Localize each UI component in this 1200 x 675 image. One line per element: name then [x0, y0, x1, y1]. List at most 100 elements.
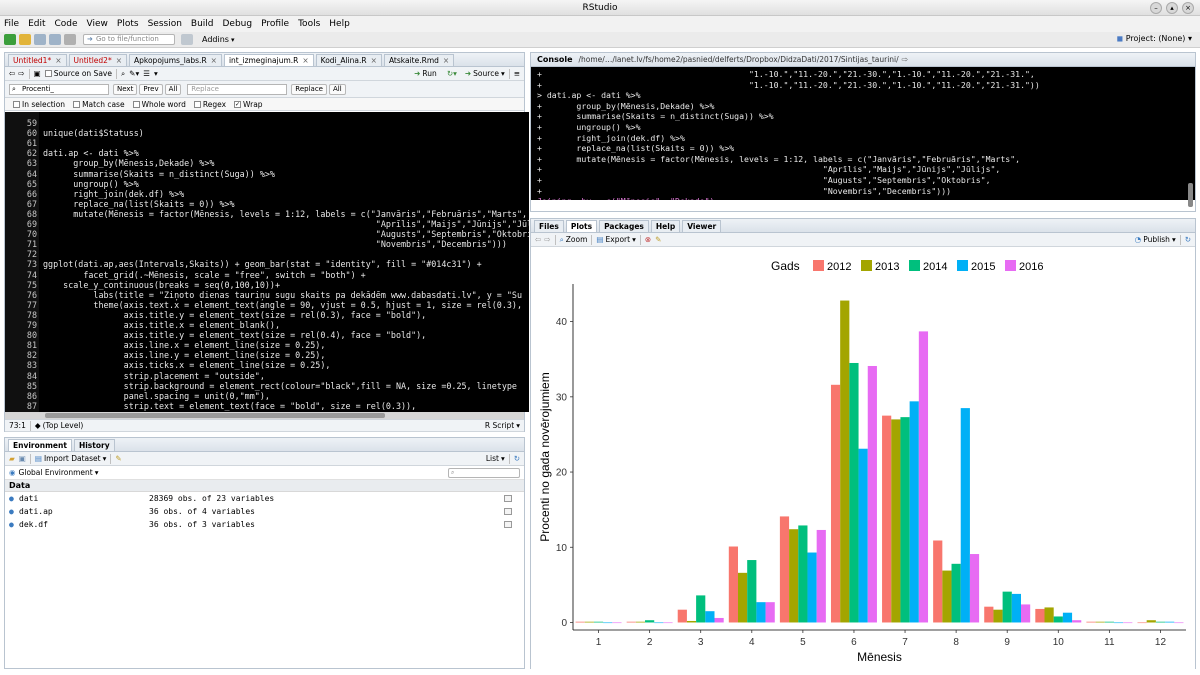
save-workspace-icon[interactable]: ▣ [19, 454, 26, 463]
maximize-icon[interactable]: ▴ [1166, 2, 1178, 14]
file-type[interactable]: R Script [485, 421, 514, 430]
menu-file[interactable]: File [4, 19, 19, 29]
match-case-checkbox[interactable] [73, 100, 81, 108]
close-tab-icon[interactable]: × [371, 56, 377, 65]
tab-history[interactable]: History [73, 439, 115, 451]
source-chevron-icon[interactable]: ▾ [501, 69, 505, 78]
global-env-select[interactable]: Global Environment [19, 468, 93, 477]
list-icon[interactable]: ☰ [143, 69, 150, 78]
open-folder-icon[interactable] [19, 34, 31, 45]
wand-icon[interactable]: ✎▾ [129, 69, 139, 78]
broom-icon[interactable]: ✎ [115, 454, 121, 463]
menu-chevron-icon[interactable]: ▾ [154, 69, 158, 78]
find-input[interactable]: ⌕ Procenti_ [9, 83, 109, 95]
save-all-icon[interactable] [49, 34, 61, 45]
tab-help[interactable]: Help [650, 220, 681, 232]
tab-files[interactable]: Files [534, 220, 564, 232]
menu-tools[interactable]: Tools [298, 19, 320, 29]
remove-plot-icon[interactable]: ⊗ [645, 235, 651, 244]
addins-menu[interactable]: Addins [202, 35, 229, 44]
close-icon[interactable]: × [1182, 2, 1194, 14]
menu-profile[interactable]: Profile [261, 19, 289, 29]
tab-kodi-alina[interactable]: Kodi_Alina.R × [315, 54, 382, 66]
print-icon[interactable] [64, 34, 76, 45]
close-tab-icon[interactable]: × [211, 56, 217, 65]
expand-icon[interactable]: ● [9, 505, 14, 518]
whole-word-checkbox[interactable] [132, 100, 140, 108]
find-all-button[interactable]: All [164, 83, 182, 95]
code-editor[interactable]: 59 60 61 62 63 64 65 66 67 68 69 70 71 72 73 74 75 76 77 78… [5, 112, 529, 412]
replace-all-button[interactable]: All [328, 83, 346, 95]
minimize-icon[interactable]: – [1150, 2, 1162, 14]
horizontal-scrollbar[interactable] [5, 412, 524, 419]
zoom-button[interactable]: Zoom [566, 235, 588, 244]
refresh-icon[interactable]: ↻ [514, 454, 520, 463]
export-button[interactable]: Export [606, 235, 631, 244]
clear-plots-icon[interactable]: ✎ [655, 235, 661, 244]
close-tab-icon[interactable]: × [55, 56, 61, 65]
console-output[interactable]: + "1.-10.","11.-20.","21.-30.","1.-10.",… [531, 67, 1195, 200]
tab-viewer[interactable]: Viewer [682, 220, 722, 232]
save-doc-icon[interactable]: ▣ [34, 69, 41, 78]
goto-file-input[interactable]: ➜ Go to file/function [83, 34, 175, 45]
regex-checkbox[interactable] [193, 100, 201, 108]
scroll-thumb[interactable] [45, 413, 385, 418]
save-icon[interactable] [34, 34, 46, 45]
wrap-checkbox[interactable]: ✓ [234, 100, 242, 108]
menu-code[interactable]: Code [55, 19, 78, 29]
console-scrollbar[interactable] [1188, 183, 1193, 207]
menu-debug[interactable]: Debug [223, 19, 253, 29]
expand-icon[interactable]: ● [9, 518, 14, 531]
tab-int-izmeginajum[interactable]: int_izmeginajum.R × [223, 54, 314, 66]
scope-label[interactable]: (Top Level) [43, 421, 84, 430]
env-row[interactable]: ● dati 28369 obs. of 23 variables [5, 492, 524, 505]
menu-view[interactable]: View [87, 19, 108, 29]
import-dataset-button[interactable]: Import Dataset [44, 454, 101, 463]
close-tab-icon[interactable]: × [302, 56, 308, 65]
new-file-icon[interactable] [4, 34, 16, 45]
find-next-button[interactable]: Next [113, 83, 138, 95]
view-table-icon[interactable] [504, 508, 512, 515]
menu-session[interactable]: Session [148, 19, 182, 29]
next-plot-icon[interactable]: ⇨ [544, 235, 550, 244]
console-tab[interactable]: Console [537, 55, 573, 64]
tab-atskaite[interactable]: Atskaite.Rmd × [383, 54, 455, 66]
env-row[interactable]: ● dek.df 36 obs. of 3 variables [5, 518, 524, 531]
list-view-button[interactable]: List [486, 454, 499, 463]
menu-edit[interactable]: Edit [28, 19, 45, 29]
replace-button[interactable]: Replace [291, 83, 327, 95]
refresh-plot-icon[interactable]: ↻ [1185, 235, 1191, 244]
load-workspace-icon[interactable]: ▰ [9, 454, 15, 463]
run-button[interactable]: Run [422, 69, 436, 78]
tab-untitled2[interactable]: Untitled2* × [68, 54, 127, 66]
menu-plots[interactable]: Plots [117, 19, 139, 29]
outline-icon[interactable]: ≡ [514, 69, 520, 78]
expand-icon[interactable]: ● [9, 492, 14, 505]
rerun-icon[interactable]: ↻▾ [447, 69, 457, 78]
tab-untitled1[interactable]: Untitled1* × [8, 54, 67, 66]
menu-help[interactable]: Help [329, 19, 350, 29]
publish-button[interactable]: Publish [1143, 235, 1170, 244]
find-prev-button[interactable]: Prev [139, 83, 163, 95]
replace-input[interactable]: Replace [187, 83, 288, 95]
tab-packages[interactable]: Packages [599, 220, 649, 232]
project-menu[interactable]: ◼ Project: (None) ▾ [1117, 34, 1192, 43]
env-search-input[interactable]: ⌕ [448, 467, 520, 478]
forward-icon[interactable]: ⇨ [18, 69, 24, 78]
env-row[interactable]: ● dati.ap 36 obs. of 4 variables [5, 505, 524, 518]
view-table-icon[interactable] [504, 521, 512, 528]
tab-environment[interactable]: Environment [8, 439, 72, 451]
view-table-icon[interactable] [504, 495, 512, 502]
close-tab-icon[interactable]: × [443, 56, 449, 65]
prev-plot-icon[interactable]: ⇦ [535, 235, 541, 244]
grid-icon[interactable] [181, 34, 193, 45]
close-tab-icon[interactable]: × [116, 56, 122, 65]
goto-dir-icon[interactable]: ⇨ [902, 55, 909, 64]
tab-plots[interactable]: Plots [565, 220, 598, 232]
source-button[interactable]: Source [473, 69, 499, 78]
back-icon[interactable]: ⇦ [9, 69, 15, 78]
tab-apkopojums[interactable]: Apkopojums_labs.R × [129, 54, 222, 66]
in-selection-checkbox[interactable] [13, 100, 20, 108]
search-icon[interactable]: ⌕ [121, 69, 125, 79]
menu-build[interactable]: Build [191, 19, 214, 29]
